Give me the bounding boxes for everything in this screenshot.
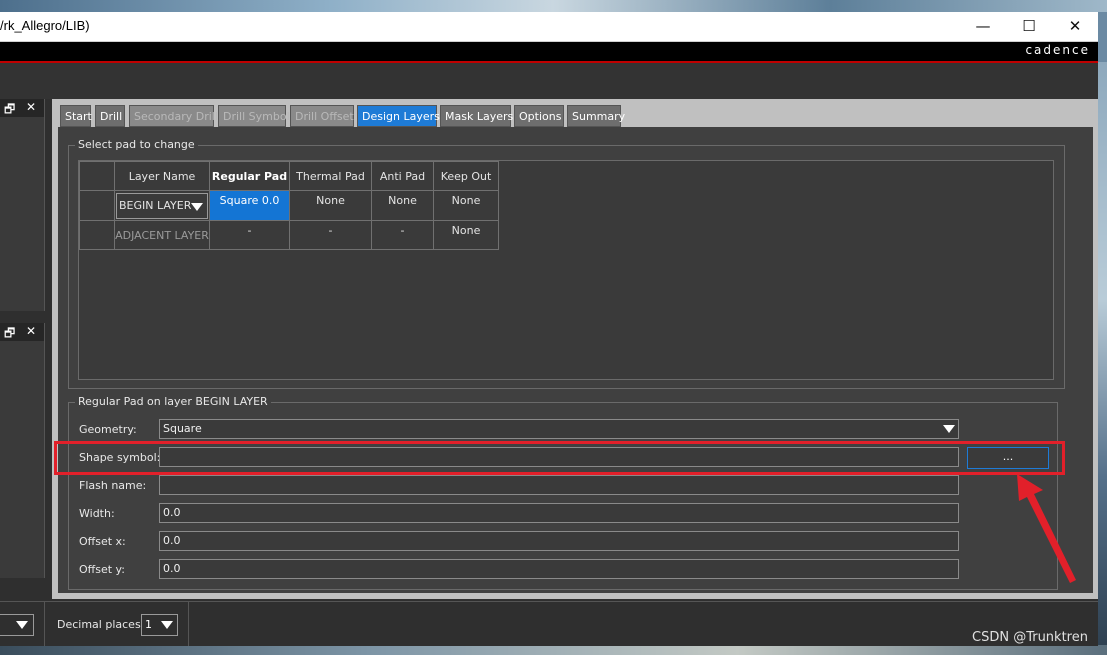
annotation-arrow (1017, 474, 1076, 583)
annotation-arrow-shape (1017, 474, 1076, 583)
csdn-watermark: CSDN @Trunktren (972, 630, 1088, 645)
